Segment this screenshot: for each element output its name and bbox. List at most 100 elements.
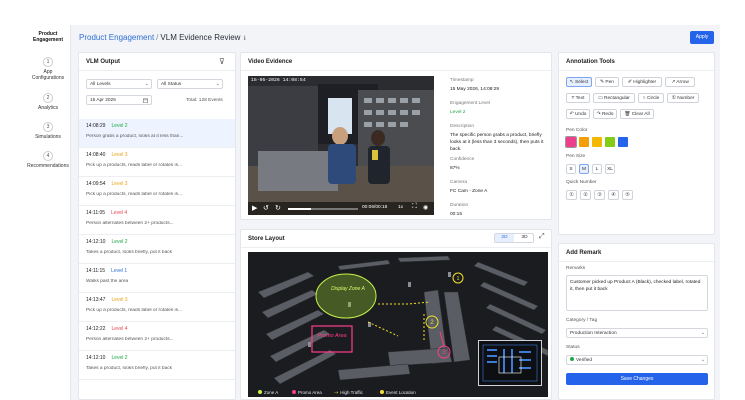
store-map[interactable]: Display Zone A Promo Area 1 2 3 Zone A P… — [248, 252, 548, 397]
event-level: Level 4 — [111, 326, 128, 332]
event-level: Level 3 — [111, 181, 128, 187]
meta-label: Camera — [450, 180, 468, 185]
status-select[interactable]: All Status ⌄ — [157, 79, 223, 89]
step-product-engagement[interactable]: Product Engagement — [25, 31, 71, 43]
quick-number-3[interactable]: ③ — [594, 190, 605, 200]
forward-icon[interactable]: ↻ — [275, 204, 281, 212]
event-row[interactable]: 14:12:10 Level 2 Takes a product, looks br… — [79, 351, 235, 380]
breadcrumb-link[interactable]: Product Engagement — [79, 33, 154, 42]
step-label: Product Engagement — [32, 31, 63, 43]
info-icon[interactable]: ℹ — [243, 36, 245, 42]
pen-size-xl[interactable]: XL — [605, 164, 615, 174]
event-row[interactable]: 14:12:22 Level 4 Person alternates between… — [79, 322, 235, 351]
event-row[interactable]: 14:08:40 Level 3 Pick up a products, reads… — [79, 148, 235, 177]
step-label: Recommendations — [27, 163, 69, 169]
quick-number-2[interactable]: ② — [580, 190, 591, 200]
event-description: Person grabs a product, looks at it less… — [86, 134, 184, 139]
tool-pen[interactable]: ✎ Pen — [595, 77, 619, 87]
tool-label: Rectangular — [604, 96, 630, 101]
event-time: 14:09:54 — [86, 181, 106, 187]
event-row[interactable]: 14:13:47 Level 3 Pick up a products, reads… — [79, 293, 235, 322]
tool-label: Number — [677, 96, 695, 101]
camera-icon[interactable]: ◉ — [423, 204, 428, 211]
quick-number-1[interactable]: ① — [566, 190, 577, 200]
tool-redo[interactable]: ↷ Redo — [593, 109, 617, 119]
total-events: Total: 128 Events — [186, 98, 223, 103]
color-swatch[interactable] — [565, 136, 577, 148]
rewind-icon[interactable]: ↺ — [263, 204, 269, 212]
meta-label: Engagement Level — [450, 101, 491, 106]
zone-a-label: Display Zone A — [331, 286, 365, 292]
video-timestamp-overlay: 15-05-2026 14:08:54 — [251, 78, 306, 83]
meta-label: Description — [450, 124, 474, 129]
event-time: 14:12:10 — [86, 239, 106, 245]
calendar-icon — [143, 98, 148, 103]
date-picker[interactable]: 15 Apr 2025 — [86, 95, 152, 105]
tool-circle[interactable]: ○ Circle — [638, 93, 664, 103]
save-changes-button[interactable]: Save Changes — [566, 373, 708, 385]
event-description: Takes a product, looks briefly, put it b… — [86, 250, 173, 255]
color-swatch[interactable] — [579, 137, 589, 147]
event-row[interactable]: 14:08:29 Level 2 Person grabs a product, l… — [79, 119, 235, 148]
category-select[interactable]: Production Interaction ⌄ — [566, 328, 708, 338]
step-simulations[interactable]: 3 Simulations — [25, 122, 71, 140]
fullscreen-icon[interactable]: ⛶ — [412, 203, 417, 211]
quick-number-5[interactable]: ⑤ — [622, 190, 633, 200]
event-row[interactable]: 14:09:54 Level 3 Pick up a products, reads… — [79, 177, 235, 206]
pen-size-s[interactable]: S — [566, 164, 576, 174]
pen-size-m[interactable]: M — [579, 164, 589, 174]
tool-select[interactable]: ↖ Select — [566, 77, 592, 87]
step-recommendations[interactable]: 4 Recommendations — [25, 151, 71, 169]
tool-label: Text — [575, 96, 585, 101]
toggle-3d[interactable]: 3D — [515, 234, 534, 242]
divider — [559, 70, 716, 71]
chevron-down-icon: ⌄ — [700, 330, 705, 336]
toggle-2d[interactable]: 2D — [495, 234, 514, 242]
pen-size-l[interactable]: L — [592, 164, 602, 174]
tool-arrow[interactable]: ↗ Arrow — [665, 77, 695, 87]
step-app-configurations[interactable]: 1 App Configurations — [25, 57, 71, 81]
category-label: Category / Tag — [566, 318, 598, 323]
seek-bar[interactable] — [288, 208, 358, 210]
levels-select-value: All Levels — [90, 82, 111, 87]
panel-title: Store Layout — [248, 236, 285, 242]
color-swatch[interactable] — [618, 137, 628, 147]
event-row[interactable]: 14:11:05 Level 4 Person alternates between… — [79, 206, 235, 235]
expand-icon[interactable]: ⤢ — [539, 233, 545, 241]
tool-label: Pen — [605, 80, 614, 85]
tool-rectangular[interactable]: ▭ Rectangular — [593, 93, 635, 103]
event-level: Level 4 — [111, 210, 128, 216]
step-number: 4 — [43, 151, 53, 161]
tool-number[interactable]: ① Number — [667, 93, 699, 103]
minimap-canvas — [482, 344, 538, 382]
event-time: 14:08:29 — [86, 123, 106, 129]
legend-swatch: ⇢ — [334, 390, 339, 396]
filter-icon[interactable]: ⊽ — [219, 57, 225, 66]
status-select[interactable]: Verified ⌄ — [566, 355, 708, 365]
quick-number-4[interactable]: ④ — [608, 190, 619, 200]
color-swatch[interactable] — [605, 137, 615, 147]
remarks-textarea[interactable]: Customer picked up Product A (Black), ch… — [566, 275, 708, 311]
legend-swatch — [258, 390, 262, 394]
video-player[interactable]: 15-05-2026 14:08:54 ▶ ↺ ↻ 00:06/00:18 1x… — [248, 76, 434, 215]
step-analytics[interactable]: 2 Analytics — [25, 93, 71, 111]
event-row[interactable]: 14:11:15 Level 1 Walks past the area — [79, 264, 235, 293]
event-level: Level 1 — [111, 268, 128, 274]
step-number: 2 — [43, 93, 53, 103]
color-swatch[interactable] — [592, 137, 602, 147]
step-label: App Configurations — [31, 69, 65, 81]
promo-area-label: Promo Area — [317, 333, 346, 339]
levels-select[interactable]: All Levels ⌄ — [86, 79, 152, 89]
event-time: 14:13:47 — [86, 297, 106, 303]
play-icon[interactable]: ▶ — [252, 204, 257, 212]
apply-button[interactable]: Apply — [690, 31, 714, 44]
tool-undo[interactable]: ↶ Undo — [566, 109, 590, 119]
step-label: Simulations — [35, 134, 61, 140]
minimap[interactable] — [478, 340, 542, 386]
tool-clear-all[interactable]: 🗑 Clear All — [620, 109, 654, 119]
tool-text[interactable]: T Text — [566, 93, 590, 103]
speed-control[interactable]: 1x — [398, 205, 403, 210]
tool-highlighter[interactable]: ✐ Highlighter — [622, 77, 662, 87]
event-row[interactable]: 14:12:10 Level 2 Takes a product, looks br… — [79, 235, 235, 264]
divider — [79, 70, 235, 71]
